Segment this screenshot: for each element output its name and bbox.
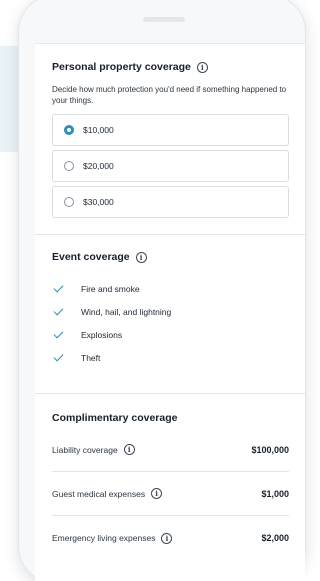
complimentary-list: Liability coverage i $100,000 Guest medi… — [52, 428, 289, 560]
event-item-label: Theft — [81, 352, 101, 363]
event-item-label: Fire and smoke — [81, 283, 140, 294]
liability-value: $100,000 — [251, 444, 289, 455]
table-row: Liability coverage i $100,000 — [52, 428, 289, 472]
event-coverage-section: Event coverage i Fire and smoke Wind, ha… — [35, 235, 305, 393]
event-list: Fire and smoke Wind, hail, and lightning… — [52, 277, 289, 369]
checkmark-icon — [53, 328, 64, 338]
personal-property-description: Decide how much protection you'd need if… — [52, 85, 287, 105]
checkmark-icon — [53, 351, 64, 361]
checkmark-icon — [53, 282, 64, 292]
info-icon[interactable]: i — [161, 532, 173, 544]
info-icon[interactable]: i — [135, 251, 147, 263]
checkmark-icon — [53, 305, 64, 315]
phone-frame: Personal property coverage i Decide how … — [18, 0, 306, 581]
info-icon[interactable]: i — [151, 488, 163, 499]
coverage-option-30000[interactable]: $30,000 — [52, 186, 289, 218]
coverage-option-label: $30,000 — [83, 197, 114, 207]
personal-property-section: Personal property coverage i Decide how … — [35, 44, 305, 234]
phone-screen: Personal property coverage i Decide how … — [35, 43, 305, 581]
info-icon[interactable]: i — [123, 444, 135, 455]
emergency-living-label: Emergency living expenses — [52, 533, 156, 543]
list-item: Fire and smoke — [52, 277, 289, 300]
personal-property-title: Personal property coverage i — [52, 61, 289, 73]
coverage-option-20000[interactable]: $20,000 — [52, 150, 289, 182]
event-coverage-title: Event coverage i — [52, 251, 289, 263]
event-coverage-title-text: Event coverage — [52, 251, 130, 263]
list-item: Explosions — [52, 323, 289, 346]
list-item: Wind, hail, and lightning — [52, 300, 289, 323]
info-icon[interactable]: i — [196, 61, 208, 73]
radio-icon[interactable] — [64, 197, 74, 207]
table-row: Emergency living expenses i $2,000 — [52, 516, 289, 560]
personal-property-title-text: Personal property coverage — [52, 61, 191, 73]
coverage-label: Guest medical expenses i — [52, 488, 163, 499]
guest-medical-value: $1,000 — [261, 488, 289, 499]
coverage-label: Liability coverage i — [52, 444, 135, 455]
list-item: Theft — [52, 346, 289, 369]
complimentary-coverage-section: Complimentary coverage Liability coverag… — [35, 394, 305, 560]
table-row: Guest medical expenses i $1,000 — [52, 472, 289, 516]
phone-speaker — [143, 17, 185, 22]
coverage-option-label: $10,000 — [83, 125, 114, 135]
liability-label: Liability coverage — [52, 444, 118, 455]
event-item-label: Wind, hail, and lightning — [81, 306, 172, 317]
emergency-living-value: $2,000 — [261, 533, 289, 543]
coverage-options: $10,000 $20,000 $30,000 — [52, 114, 289, 218]
coverage-option-label: $20,000 — [83, 161, 114, 171]
guest-medical-label: Guest medical expenses — [52, 488, 146, 499]
event-item-label: Explosions — [81, 329, 123, 340]
coverage-option-10000[interactable]: $10,000 — [52, 114, 289, 146]
coverage-label: Emergency living expenses i — [52, 532, 173, 544]
complimentary-coverage-title: Complimentary coverage — [52, 412, 178, 424]
radio-selected-icon[interactable] — [64, 125, 74, 135]
radio-icon[interactable] — [64, 161, 74, 171]
